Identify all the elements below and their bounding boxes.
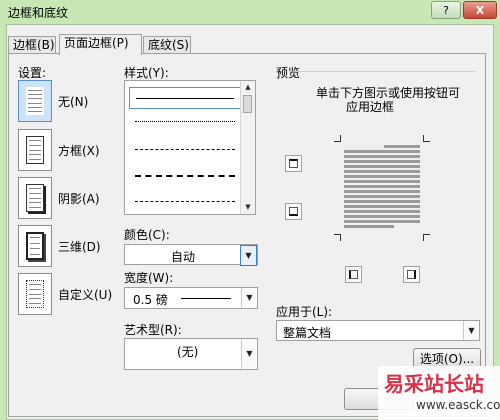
close-button[interactable]: X <box>463 1 497 19</box>
title-bar: 边框和底纹 ? X <box>0 0 500 22</box>
setting-custom[interactable]: 自定义(U) <box>18 273 118 315</box>
left-border-icon <box>349 270 358 279</box>
preview-line <box>344 200 420 203</box>
preview-line <box>344 220 420 223</box>
custom-border-icon <box>18 273 52 315</box>
setting-shadow-label: 阴影(A) <box>58 192 100 206</box>
preview-page[interactable] <box>334 135 430 241</box>
width-sample-line <box>181 298 231 299</box>
scroll-down-icon[interactable]: ▼ <box>241 201 255 214</box>
color-value: 自动 <box>171 250 196 264</box>
top-border-icon <box>289 159 298 168</box>
preview-line <box>344 225 394 228</box>
width-value: 0.5 磅 <box>133 293 168 307</box>
scroll-up-icon[interactable]: ▲ <box>241 81 255 94</box>
shadow-border-icon <box>18 177 52 219</box>
preview-line <box>344 185 420 188</box>
chevron-down-icon[interactable]: ▼ <box>463 321 479 340</box>
preview-instruction-2: 应用边框 <box>346 100 395 114</box>
bottom-border-button[interactable] <box>285 203 302 220</box>
preview-line <box>344 165 420 168</box>
settings-label: 设置: <box>18 66 47 80</box>
apply-to-dropdown[interactable]: 整篇文档 ▼ <box>276 320 480 341</box>
style-scrollbar[interactable]: ▲ ▼ <box>240 81 255 214</box>
preview-line <box>344 210 420 213</box>
window-title: 边框和底纹 <box>8 6 69 20</box>
preview-line <box>344 170 420 173</box>
art-dropdown[interactable]: (无) ▼ <box>124 338 258 370</box>
preview-line <box>344 150 420 153</box>
setting-none[interactable]: 无(N) <box>18 80 118 122</box>
tab-shading[interactable]: 底纹(S) <box>143 36 191 54</box>
3d-border-icon <box>18 225 52 267</box>
color-dropdown[interactable]: 自动 ▼ <box>124 244 258 266</box>
preview-line <box>344 195 420 198</box>
width-label: 宽度(W): <box>124 271 174 285</box>
preview-line <box>344 215 420 218</box>
style-listbox[interactable]: ▲ ▼ <box>124 80 256 215</box>
bottom-border-icon <box>289 207 298 216</box>
scroll-thumb[interactable] <box>243 95 252 113</box>
right-border-icon <box>407 270 416 279</box>
style-item-dashed-small[interactable] <box>135 149 235 150</box>
no-border-icon <box>18 80 52 122</box>
style-item-dotted[interactable] <box>135 121 235 122</box>
preview-line <box>344 160 420 163</box>
preview-line <box>344 190 420 193</box>
preview-line <box>344 175 420 178</box>
style-item-selected[interactable] <box>129 87 241 109</box>
style-item-dash-dot[interactable] <box>135 201 235 202</box>
style-item-dashed-large[interactable] <box>135 175 235 177</box>
setting-box[interactable]: 方框(X) <box>18 129 118 171</box>
preview-text-lines <box>344 145 420 233</box>
setting-custom-label: 自定义(U) <box>58 288 113 302</box>
preview-line <box>344 155 420 158</box>
tab-page-border[interactable]: 页面边框(P) <box>59 34 142 55</box>
width-dropdown[interactable]: 0.5 磅 ▼ <box>124 287 258 309</box>
apply-to-value: 整篇文档 <box>283 326 332 340</box>
right-border-button[interactable] <box>403 266 420 283</box>
left-border-button[interactable] <box>345 266 362 283</box>
art-value: (无) <box>177 345 199 359</box>
chevron-down-icon[interactable]: ▼ <box>241 339 257 369</box>
tab-borders[interactable]: 边框(B) <box>8 36 56 54</box>
watermark-text: 易采站长站 <box>384 372 484 396</box>
chevron-down-icon[interactable]: ▼ <box>241 288 257 307</box>
chevron-down-icon[interactable]: ▼ <box>240 245 257 266</box>
style-label: 样式(Y): <box>124 66 169 80</box>
setting-shadow[interactable]: 阴影(A) <box>18 177 118 219</box>
color-label: 颜色(C): <box>124 228 170 242</box>
preview-label: 预览 <box>276 66 301 80</box>
box-border-icon <box>18 129 52 171</box>
top-border-button[interactable] <box>285 155 302 172</box>
setting-3d[interactable]: 三维(D) <box>18 225 118 267</box>
watermark: 易采站长站 www.easck.com <box>378 366 500 420</box>
preview-separator <box>296 71 476 72</box>
setting-3d-label: 三维(D) <box>58 240 101 254</box>
apply-to-label: 应用于(L): <box>276 305 333 319</box>
watermark-url: www.easck.com <box>416 398 500 412</box>
preview-line <box>384 145 420 148</box>
help-button[interactable]: ? <box>431 1 461 19</box>
setting-none-label: 无(N) <box>58 95 89 109</box>
preview-line <box>344 180 420 183</box>
preview-line <box>344 205 420 208</box>
setting-box-label: 方框(X) <box>58 144 100 158</box>
art-label: 艺术型(R): <box>124 323 182 337</box>
